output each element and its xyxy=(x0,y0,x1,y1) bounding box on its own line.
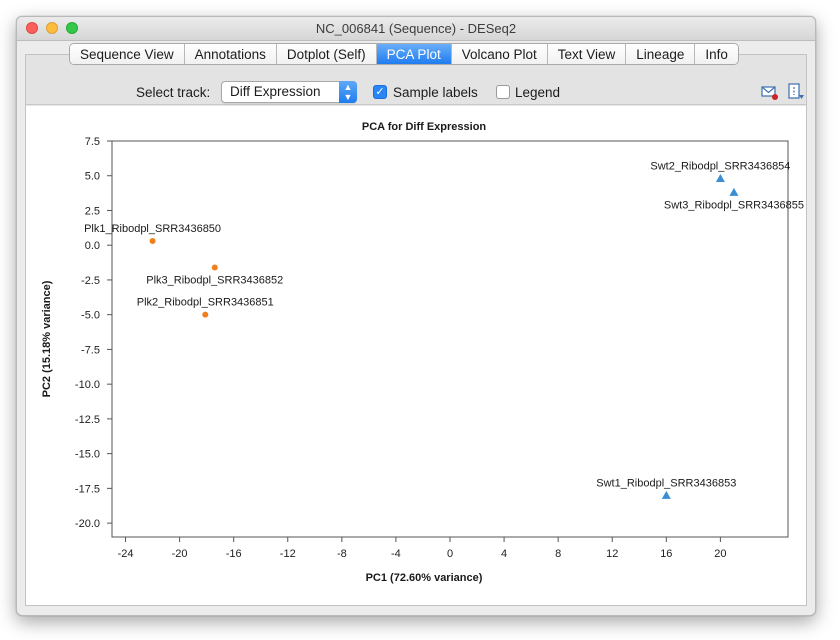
point-label: Plk2_Ribodpl_SRR3436851 xyxy=(137,297,274,309)
x-tick-label: -8 xyxy=(337,548,347,560)
x-tick-label: 16 xyxy=(660,548,672,560)
tab-volcano-plot[interactable]: Volcano Plot xyxy=(451,44,548,64)
tab-info[interactable]: Info xyxy=(695,44,738,64)
x-tick-label: 12 xyxy=(606,548,618,560)
data-point[interactable] xyxy=(729,187,739,196)
y-tick-label: -17.5 xyxy=(75,483,100,495)
x-tick-label: 4 xyxy=(501,548,507,560)
point-label: Swt2_Ribodpl_SRR3436854 xyxy=(650,161,790,173)
app-window: NC_006841 (Sequence) - DESeq2 Sequence V… xyxy=(16,16,816,616)
email-icon[interactable] xyxy=(761,83,779,101)
tab-lineage[interactable]: Lineage xyxy=(626,44,696,64)
export-icon[interactable] xyxy=(787,83,805,101)
y-tick-label: 2.5 xyxy=(85,205,100,217)
select-track-label: Select track: xyxy=(136,85,211,100)
x-axis: -24 -20 -16 -12 -8 -4 0 4 8 12 16 20 xyxy=(118,537,727,560)
tab-annotations[interactable]: Annotations xyxy=(184,44,277,64)
y-tick-label: -20.0 xyxy=(75,518,100,530)
sample-labels-checkbox[interactable]: ✓ xyxy=(373,85,387,99)
y-tick-label: 5.0 xyxy=(85,171,100,183)
window-title: NC_006841 (Sequence) - DESeq2 xyxy=(315,21,517,36)
point-label: Plk1_Ribodpl_SRR3436850 xyxy=(84,223,221,235)
x-axis-label: PC1 (72.60% variance) xyxy=(366,572,483,584)
sample-labels-label[interactable]: Sample labels xyxy=(393,85,478,100)
tab-pca-plot[interactable]: PCA Plot xyxy=(376,44,452,64)
y-tick-label: -2.5 xyxy=(81,275,100,287)
y-tick-label: 0.0 xyxy=(85,240,100,252)
data-point[interactable] xyxy=(202,311,209,318)
x-tick-label: 0 xyxy=(447,548,453,560)
y-tick-label: -12.5 xyxy=(75,414,100,426)
y-tick-label: -10.0 xyxy=(75,379,100,391)
data-point[interactable] xyxy=(661,490,671,499)
title-bar[interactable]: NC_006841 (Sequence) - DESeq2 xyxy=(17,17,815,41)
point-label: Plk3_Ribodpl_SRR3436852 xyxy=(146,274,283,286)
select-track-dropdown[interactable]: Diff Expression ▲ ▼ xyxy=(221,81,357,103)
y-tick-label: -7.5 xyxy=(81,344,100,356)
pca-chart: PCA for Diff Expression 7.5 5.0 2.5 0.0 -2.5… xyxy=(41,121,804,584)
legend-label[interactable]: Legend xyxy=(515,85,560,100)
view-tabs: Sequence View Annotations Dotplot (Self)… xyxy=(69,43,739,65)
x-tick-label: -12 xyxy=(280,548,296,560)
y-tick-label: 7.5 xyxy=(85,136,100,148)
x-tick-label: -16 xyxy=(226,548,242,560)
dropdown-arrows-icon: ▲ ▼ xyxy=(339,81,357,103)
data-point[interactable] xyxy=(149,238,156,245)
tab-text-view[interactable]: Text View xyxy=(547,44,627,64)
tab-sequence-view[interactable]: Sequence View xyxy=(70,44,185,64)
y-axis: 7.5 5.0 2.5 0.0 -2.5 -5.0 -7.5 -10.0 -12.5 -15.0 -… xyxy=(75,136,112,530)
y-tick-label: -5.0 xyxy=(81,310,100,322)
data-points: Plk1_Ribodpl_SRR3436850 Plk3_Ribodpl_SRR3… xyxy=(84,161,804,499)
chart-title: PCA for Diff Expression xyxy=(362,121,487,133)
x-tick-label: 8 xyxy=(555,548,561,560)
point-label: Swt1_Ribodpl_SRR3436853 xyxy=(596,477,736,489)
x-tick-label: -24 xyxy=(118,548,134,560)
y-axis-label: PC2 (15.18% variance) xyxy=(41,280,53,397)
data-point[interactable] xyxy=(715,174,725,183)
x-tick-label: 20 xyxy=(714,548,726,560)
y-tick-label: -15.0 xyxy=(75,449,100,461)
x-tick-label: -4 xyxy=(391,548,401,560)
pca-plot-area: PCA for Diff Expression 7.5 5.0 2.5 0.0 -2.5… xyxy=(26,106,806,605)
point-label: Swt3_Ribodpl_SRR3436855 xyxy=(664,199,804,211)
tab-dotplot-self[interactable]: Dotplot (Self) xyxy=(276,44,377,64)
data-point[interactable] xyxy=(211,264,218,271)
x-tick-label: -20 xyxy=(172,548,188,560)
legend-checkbox[interactable] xyxy=(496,85,510,99)
content-panel: Select track: Diff Expression ▲ ▼ ✓ Sampl… xyxy=(25,54,807,606)
select-track-value: Diff Expression xyxy=(230,84,321,99)
